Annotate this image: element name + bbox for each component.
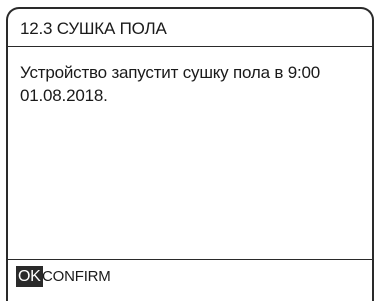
softkey-bar: OK CONFIRM: [8, 259, 372, 299]
confirm-label: CONFIRM: [42, 268, 111, 285]
message-line: 01.08.2018.: [20, 86, 108, 105]
ok-key-button[interactable]: OK: [16, 266, 43, 287]
message-line: Устройство запустит сушку пола в 9:00: [20, 63, 321, 82]
title-bar: 12.3 СУШКА ПОЛА: [8, 9, 372, 47]
device-screen: 12.3 СУШКА ПОЛА Устройство запустит сушк…: [6, 7, 374, 301]
info-message: Устройство запустит сушку пола в 9:00 01…: [20, 61, 360, 107]
screen-title: 12.3 СУШКА ПОЛА: [20, 19, 167, 38]
